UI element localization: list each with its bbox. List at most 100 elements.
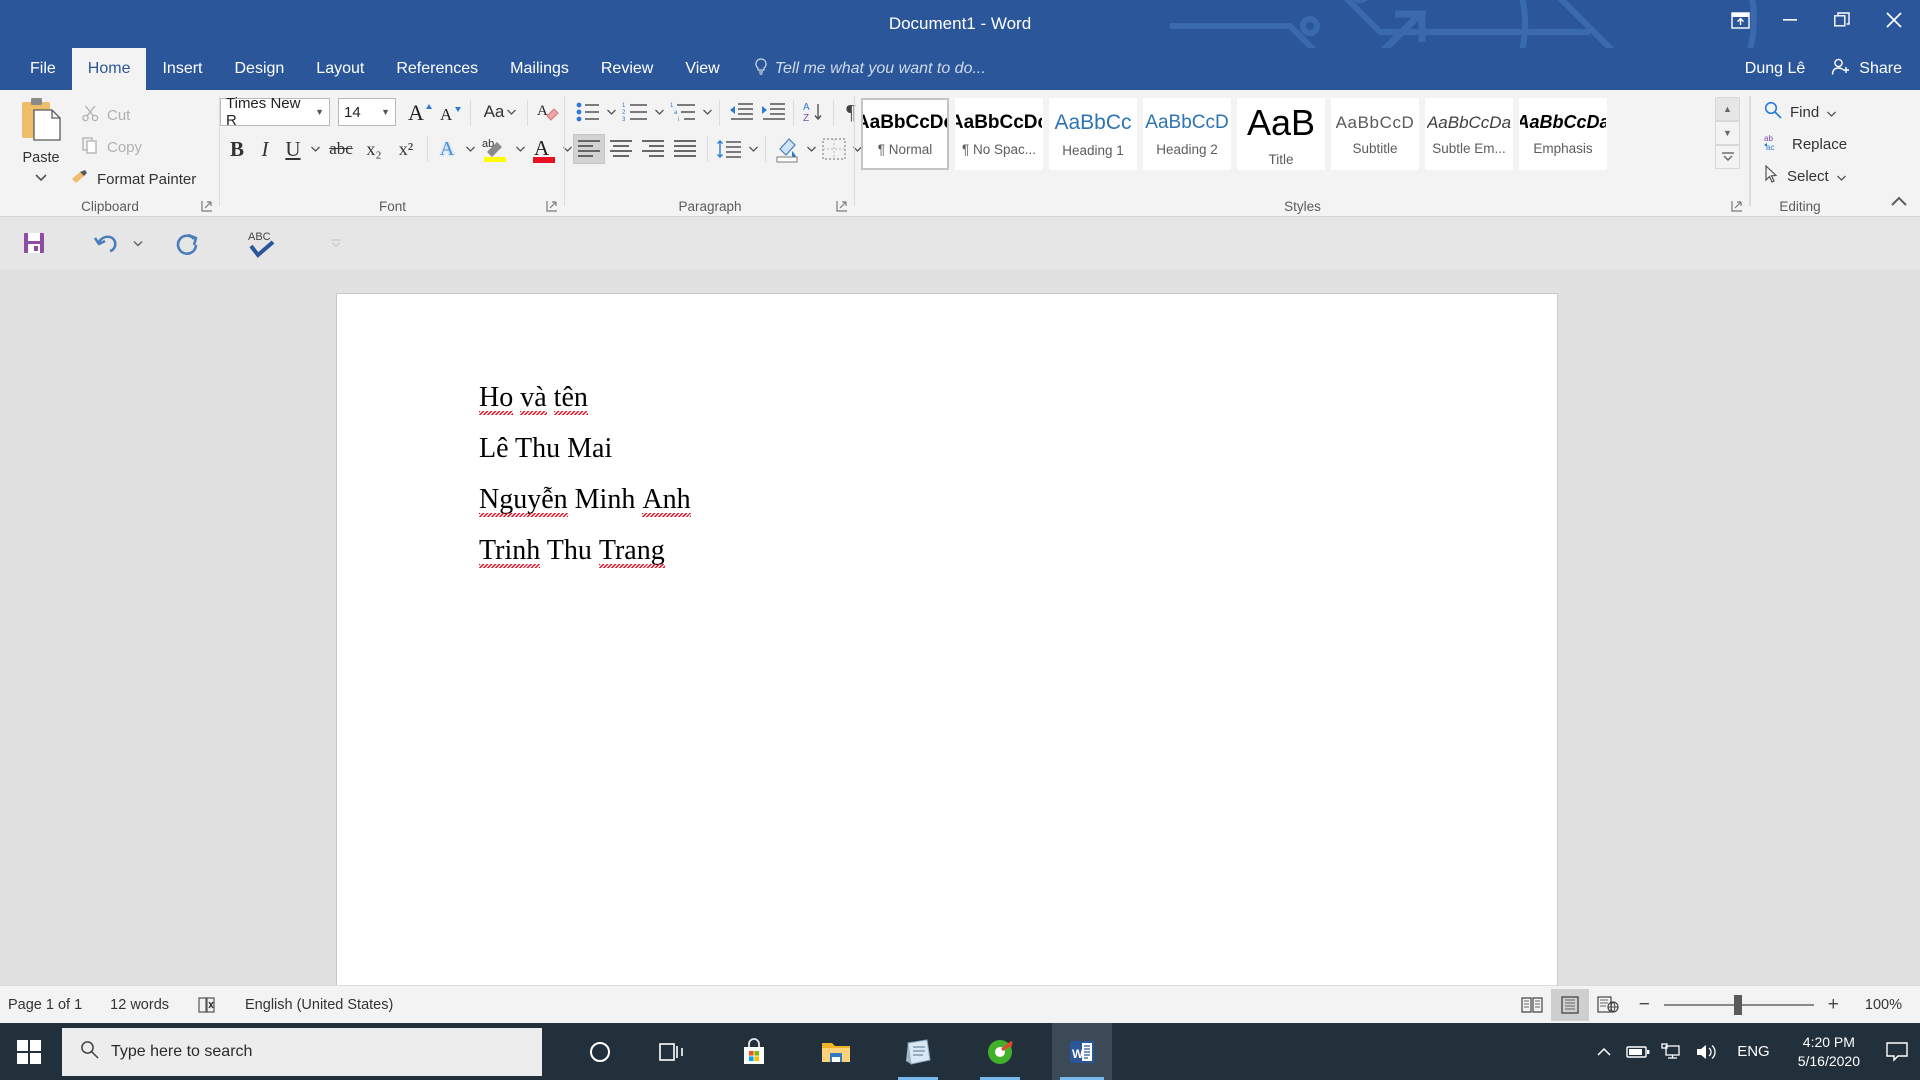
collapse-ribbon-button[interactable] bbox=[1888, 192, 1910, 212]
italic-button[interactable]: I bbox=[250, 134, 280, 164]
align-center-button[interactable] bbox=[605, 134, 637, 164]
document-line-3[interactable]: Nguyễn Minh Anh bbox=[479, 484, 691, 517]
style-title[interactable]: AaB Title bbox=[1237, 98, 1325, 170]
zoom-in-button[interactable]: + bbox=[1824, 994, 1843, 1016]
bullets-button[interactable] bbox=[573, 98, 603, 126]
justify-button[interactable] bbox=[669, 134, 701, 164]
document-line-1[interactable]: Ho và tên bbox=[479, 382, 589, 415]
page-indicator[interactable]: Page 1 of 1 bbox=[0, 986, 96, 1024]
underline-button[interactable]: U bbox=[278, 134, 308, 164]
tab-file[interactable]: File bbox=[14, 48, 72, 90]
find-button[interactable]: Find bbox=[1764, 98, 1837, 126]
document-line-4[interactable]: Trinh Thu Trang bbox=[479, 535, 665, 568]
microsoft-store-icon[interactable] bbox=[724, 1023, 784, 1080]
text-effects-button[interactable]: A bbox=[432, 134, 462, 164]
clear-formatting-button[interactable]: A bbox=[532, 96, 564, 128]
replace-button[interactable]: ab ac Replace bbox=[1764, 130, 1847, 158]
tab-view[interactable]: View bbox=[669, 48, 735, 90]
style-subtle-emphasis[interactable]: AaBbCcDa Subtle Em... bbox=[1425, 98, 1513, 170]
bold-button[interactable]: B bbox=[222, 134, 252, 164]
shrink-font-button[interactable]: A bbox=[435, 98, 467, 128]
styles-scroll-down-button[interactable]: ▼ bbox=[1715, 121, 1740, 145]
undo-dropdown-arrow[interactable] bbox=[128, 225, 148, 261]
battery-icon[interactable] bbox=[1621, 1023, 1655, 1080]
paste-button[interactable]: Paste bbox=[8, 96, 74, 188]
volume-icon[interactable] bbox=[1689, 1023, 1723, 1080]
tab-insert[interactable]: Insert bbox=[146, 48, 218, 90]
font-color-button[interactable]: A bbox=[528, 132, 560, 166]
save-button[interactable] bbox=[16, 225, 52, 261]
grow-font-button[interactable]: A bbox=[405, 96, 437, 128]
sort-button[interactable]: AZ bbox=[799, 98, 831, 126]
show-hidden-icons-button[interactable] bbox=[1587, 1023, 1621, 1080]
language-indicator[interactable]: English (United States) bbox=[231, 986, 407, 1024]
zoom-level[interactable]: 100% bbox=[1851, 986, 1920, 1024]
subscript-button[interactable]: x₂ bbox=[358, 134, 390, 164]
cut-button[interactable]: Cut bbox=[82, 102, 130, 128]
underline-dropdown-arrow[interactable] bbox=[306, 138, 324, 160]
font-size-combobox[interactable]: 14 ▼ bbox=[338, 98, 396, 126]
action-center-button[interactable] bbox=[1874, 1023, 1920, 1080]
redo-button[interactable] bbox=[170, 225, 206, 261]
copy-button[interactable]: Copy bbox=[82, 134, 142, 160]
tab-design[interactable]: Design bbox=[218, 48, 300, 90]
borders-button[interactable] bbox=[819, 134, 849, 164]
document-line-2[interactable]: Lê Thu Mai bbox=[479, 433, 612, 465]
select-dropdown-arrow[interactable] bbox=[1836, 168, 1846, 185]
styles-scroll-up-button[interactable]: ▲ bbox=[1715, 97, 1740, 121]
highlight-dropdown-arrow[interactable] bbox=[511, 138, 529, 160]
style-no-spacing[interactable]: AaBbCcDc ¶ No Spac... bbox=[955, 98, 1043, 170]
network-icon[interactable] bbox=[1655, 1023, 1689, 1080]
format-painter-button[interactable]: Format Painter bbox=[70, 166, 196, 192]
shading-dropdown-arrow[interactable] bbox=[803, 138, 819, 160]
sticky-notes-icon[interactable] bbox=[888, 1023, 948, 1080]
search-input[interactable]: Type here to search bbox=[62, 1027, 542, 1076]
screen-recorder-icon[interactable] bbox=[970, 1023, 1030, 1080]
font-name-dropdown-arrow[interactable]: ▼ bbox=[315, 107, 329, 117]
font-dialog-launcher[interactable] bbox=[546, 199, 560, 213]
document-canvas[interactable]: Ho và tên Lê Thu Mai Nguyễn Minh Anh Tri… bbox=[0, 269, 1920, 993]
style-subtitle[interactable]: AaBbCcD Subtitle bbox=[1331, 98, 1419, 170]
styles-more-button[interactable] bbox=[1715, 145, 1740, 169]
tab-review[interactable]: Review bbox=[585, 48, 669, 90]
task-view-icon[interactable] bbox=[642, 1023, 702, 1080]
file-explorer-icon[interactable] bbox=[806, 1023, 866, 1080]
align-left-button[interactable] bbox=[573, 134, 605, 164]
increase-indent-button[interactable] bbox=[757, 98, 789, 126]
font-size-dropdown-arrow[interactable]: ▼ bbox=[381, 107, 395, 117]
line-spacing-dropdown-arrow[interactable] bbox=[745, 138, 761, 160]
tab-references[interactable]: References bbox=[380, 48, 494, 90]
tab-mailings[interactable]: Mailings bbox=[494, 48, 585, 90]
clock[interactable]: 4:20 PM 5/16/2020 bbox=[1784, 1023, 1874, 1080]
tab-layout[interactable]: Layout bbox=[300, 48, 380, 90]
user-name[interactable]: Dung Lê bbox=[1745, 60, 1818, 78]
web-layout-button[interactable] bbox=[1589, 989, 1627, 1021]
read-mode-button[interactable] bbox=[1513, 989, 1551, 1021]
spelling-and-grammar-button[interactable]: ABC bbox=[240, 225, 284, 261]
bullets-dropdown-arrow[interactable] bbox=[603, 102, 619, 122]
word-count[interactable]: 12 words bbox=[96, 986, 183, 1024]
align-right-button[interactable] bbox=[637, 134, 669, 164]
style-normal[interactable]: AaBbCcDc ¶ Normal bbox=[861, 98, 949, 170]
decrease-indent-button[interactable] bbox=[725, 98, 757, 126]
shading-button[interactable] bbox=[771, 132, 803, 166]
share-button[interactable]: Share bbox=[1817, 48, 1920, 90]
paste-dropdown-arrow[interactable] bbox=[35, 168, 47, 186]
zoom-out-button[interactable]: − bbox=[1635, 994, 1654, 1016]
multilevel-dropdown-arrow[interactable] bbox=[699, 102, 715, 122]
word-icon[interactable]: W bbox=[1052, 1023, 1112, 1080]
start-button[interactable] bbox=[0, 1023, 58, 1080]
style-heading-1[interactable]: AaBbCc Heading 1 bbox=[1049, 98, 1137, 170]
tell-me-search[interactable]: Tell me what you want to do... bbox=[736, 48, 986, 90]
multilevel-list-button[interactable]: 1ai bbox=[667, 98, 699, 126]
zoom-track[interactable] bbox=[1663, 994, 1814, 1015]
close-button[interactable] bbox=[1868, 0, 1920, 40]
paragraph-dialog-launcher[interactable] bbox=[836, 199, 850, 213]
font-name-combobox[interactable]: Times New R ▼ bbox=[220, 95, 330, 129]
tab-home[interactable]: Home bbox=[71, 48, 147, 90]
select-button[interactable]: Select bbox=[1764, 162, 1846, 190]
cortana-icon[interactable] bbox=[570, 1023, 630, 1080]
line-spacing-button[interactable] bbox=[713, 134, 745, 164]
customize-quick-access-toolbar-button[interactable] bbox=[325, 225, 347, 261]
print-layout-button[interactable] bbox=[1550, 988, 1589, 1021]
